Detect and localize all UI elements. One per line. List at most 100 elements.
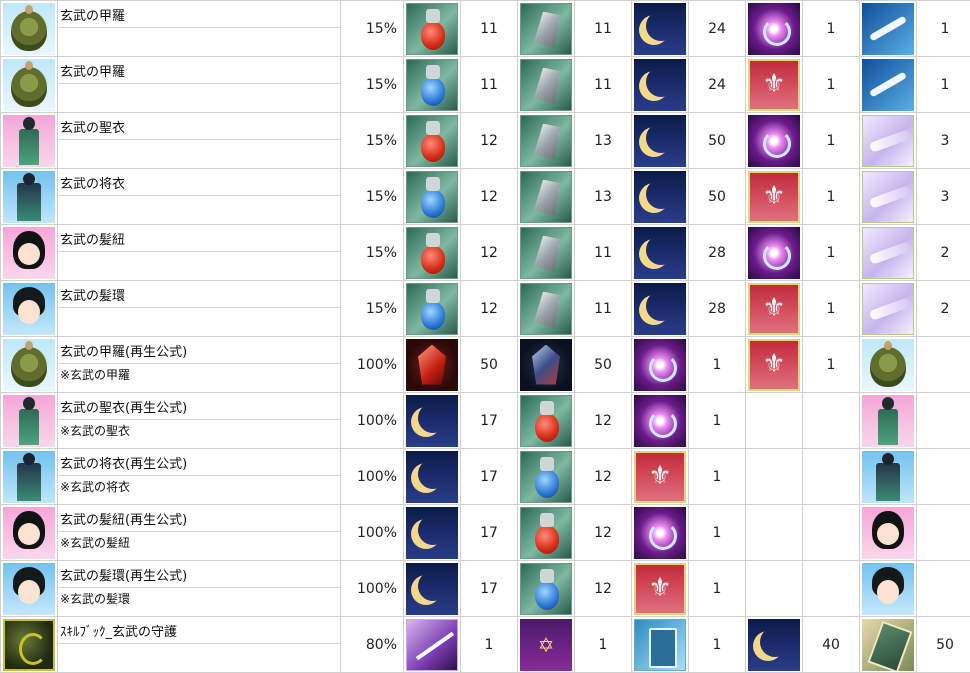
blue-bag-icon [520, 562, 572, 615]
blue-bag-icon [406, 282, 458, 335]
item-name-cell: 玄武の甲羅 [57, 56, 341, 113]
crescent-moon-icon [748, 618, 800, 671]
material-icon-cell [403, 0, 461, 57]
fleur-de-lis-icon [748, 170, 800, 223]
material-quantity: 1 [802, 280, 860, 337]
fleur-de-lis-icon [748, 282, 800, 335]
material-quantity: 1 [688, 504, 746, 561]
blue-bag-icon [406, 58, 458, 111]
material-quantity: 13 [574, 112, 632, 169]
material-quantity: 1 [802, 168, 860, 225]
material-quantity: 1 [574, 616, 632, 673]
material-icon-cell [745, 56, 803, 113]
crescent-moon-icon [634, 114, 686, 167]
material-quantity: 1 [802, 0, 860, 57]
crescent-moon-icon [634, 58, 686, 111]
material-icon-cell [631, 280, 689, 337]
item-name: ｽｷﾙﾌﾞｯｸ_玄武の守護 [58, 617, 340, 644]
material-icon-cell [631, 56, 689, 113]
material-quantity: 40 [802, 616, 860, 673]
item-subname [58, 84, 340, 112]
success-rate: 15% [340, 224, 404, 281]
material-quantity: 1 [688, 448, 746, 505]
item-subname [58, 252, 340, 280]
material-quantity [916, 392, 970, 449]
result-icon-cell [859, 504, 917, 561]
red-bag-icon [406, 2, 458, 55]
material-quantity: 50 [688, 112, 746, 169]
material-icon-cell [631, 112, 689, 169]
success-rate: 100% [340, 448, 404, 505]
item-name-cell: 玄武の髪環 [57, 280, 341, 337]
potion-bottle-icon [520, 618, 572, 671]
item-name-cell: 玄武の髪環(再生公式) ※玄武の髪環 [57, 560, 341, 617]
item-name-cell: 玄武の聖衣(再生公式) ※玄武の聖衣 [57, 392, 341, 449]
material-quantity: 12 [460, 224, 518, 281]
table-row: ｽｷﾙﾌﾞｯｸ_玄武の守護80%1114050 [0, 616, 970, 673]
success-rate: 15% [340, 168, 404, 225]
item-icon-cell [0, 336, 58, 393]
crescent-moon-icon [406, 450, 458, 503]
material-icon-cell [517, 336, 575, 393]
success-rate: 100% [340, 560, 404, 617]
material-quantity: 11 [460, 0, 518, 57]
sacred-robe-icon [862, 394, 914, 447]
material-quantity: 17 [460, 504, 518, 561]
material-quantity: 12 [460, 112, 518, 169]
material-quantity: 11 [574, 224, 632, 281]
crescent-moon-icon [406, 506, 458, 559]
material-icon-cell [517, 224, 575, 281]
item-icon-cell [0, 448, 58, 505]
blue-gem-icon [520, 338, 572, 391]
material-quantity: 3 [916, 112, 970, 169]
crescent-moon-icon [634, 2, 686, 55]
item-subname [58, 308, 340, 336]
item-name: 玄武の聖衣 [58, 113, 340, 140]
fleur-de-lis-icon [748, 338, 800, 391]
magic-orb-icon [748, 226, 800, 279]
material-icon-cell [859, 112, 917, 169]
material-quantity: 17 [460, 560, 518, 617]
item-subname: ※玄武の髪紐 [60, 536, 131, 550]
success-rate: 80% [340, 616, 404, 673]
item-name-cell: 玄武の髪紐 [57, 224, 341, 281]
material-quantity: 1 [802, 56, 860, 113]
table-row: 玄武の甲羅15%11112411 [0, 56, 970, 113]
success-rate: 15% [340, 56, 404, 113]
magic-orb-icon [634, 394, 686, 447]
item-icon-cell [0, 280, 58, 337]
item-icon-cell [0, 616, 58, 673]
feather-icon [862, 58, 914, 111]
material-quantity [802, 504, 860, 561]
turtle-shell-icon [3, 2, 55, 55]
material-icon-cell [631, 168, 689, 225]
material-icon-cell [517, 392, 575, 449]
material-quantity: 12 [574, 504, 632, 561]
table-row: 玄武の将衣(再生公式) ※玄武の将衣 100% 17 12 1 [0, 448, 970, 505]
material-quantity [802, 448, 860, 505]
item-icon-cell [0, 0, 58, 57]
angel-wing-icon [862, 226, 914, 279]
magic-orb-icon [748, 114, 800, 167]
crescent-moon-icon [406, 562, 458, 615]
material-icon-cell [517, 560, 575, 617]
success-rate: 100% [340, 336, 404, 393]
item-name: 玄武の甲羅 [58, 1, 340, 28]
result-icon-cell [859, 336, 917, 393]
material-icon-cell [517, 112, 575, 169]
item-name-cell: 玄武の甲羅(再生公式) ※玄武の甲羅 [57, 336, 341, 393]
table-row: 玄武の髪環15% 12 11 28 12 [0, 280, 970, 337]
material-quantity: 12 [460, 280, 518, 337]
feather-icon [862, 2, 914, 55]
item-subname [58, 28, 340, 56]
hair-string-icon [862, 506, 914, 559]
material-icon-cell [859, 280, 917, 337]
item-name: 玄武の将衣 [58, 169, 340, 196]
material-icon-cell [745, 224, 803, 281]
item-name: 玄武の将衣(再生公式) [58, 449, 340, 476]
material-icon-cell [517, 168, 575, 225]
item-name-cell: 玄武の甲羅 [57, 0, 341, 57]
material-icon-cell [517, 448, 575, 505]
metal-shard-icon [520, 226, 572, 279]
item-name: 玄武の髪環(再生公式) [58, 561, 340, 588]
